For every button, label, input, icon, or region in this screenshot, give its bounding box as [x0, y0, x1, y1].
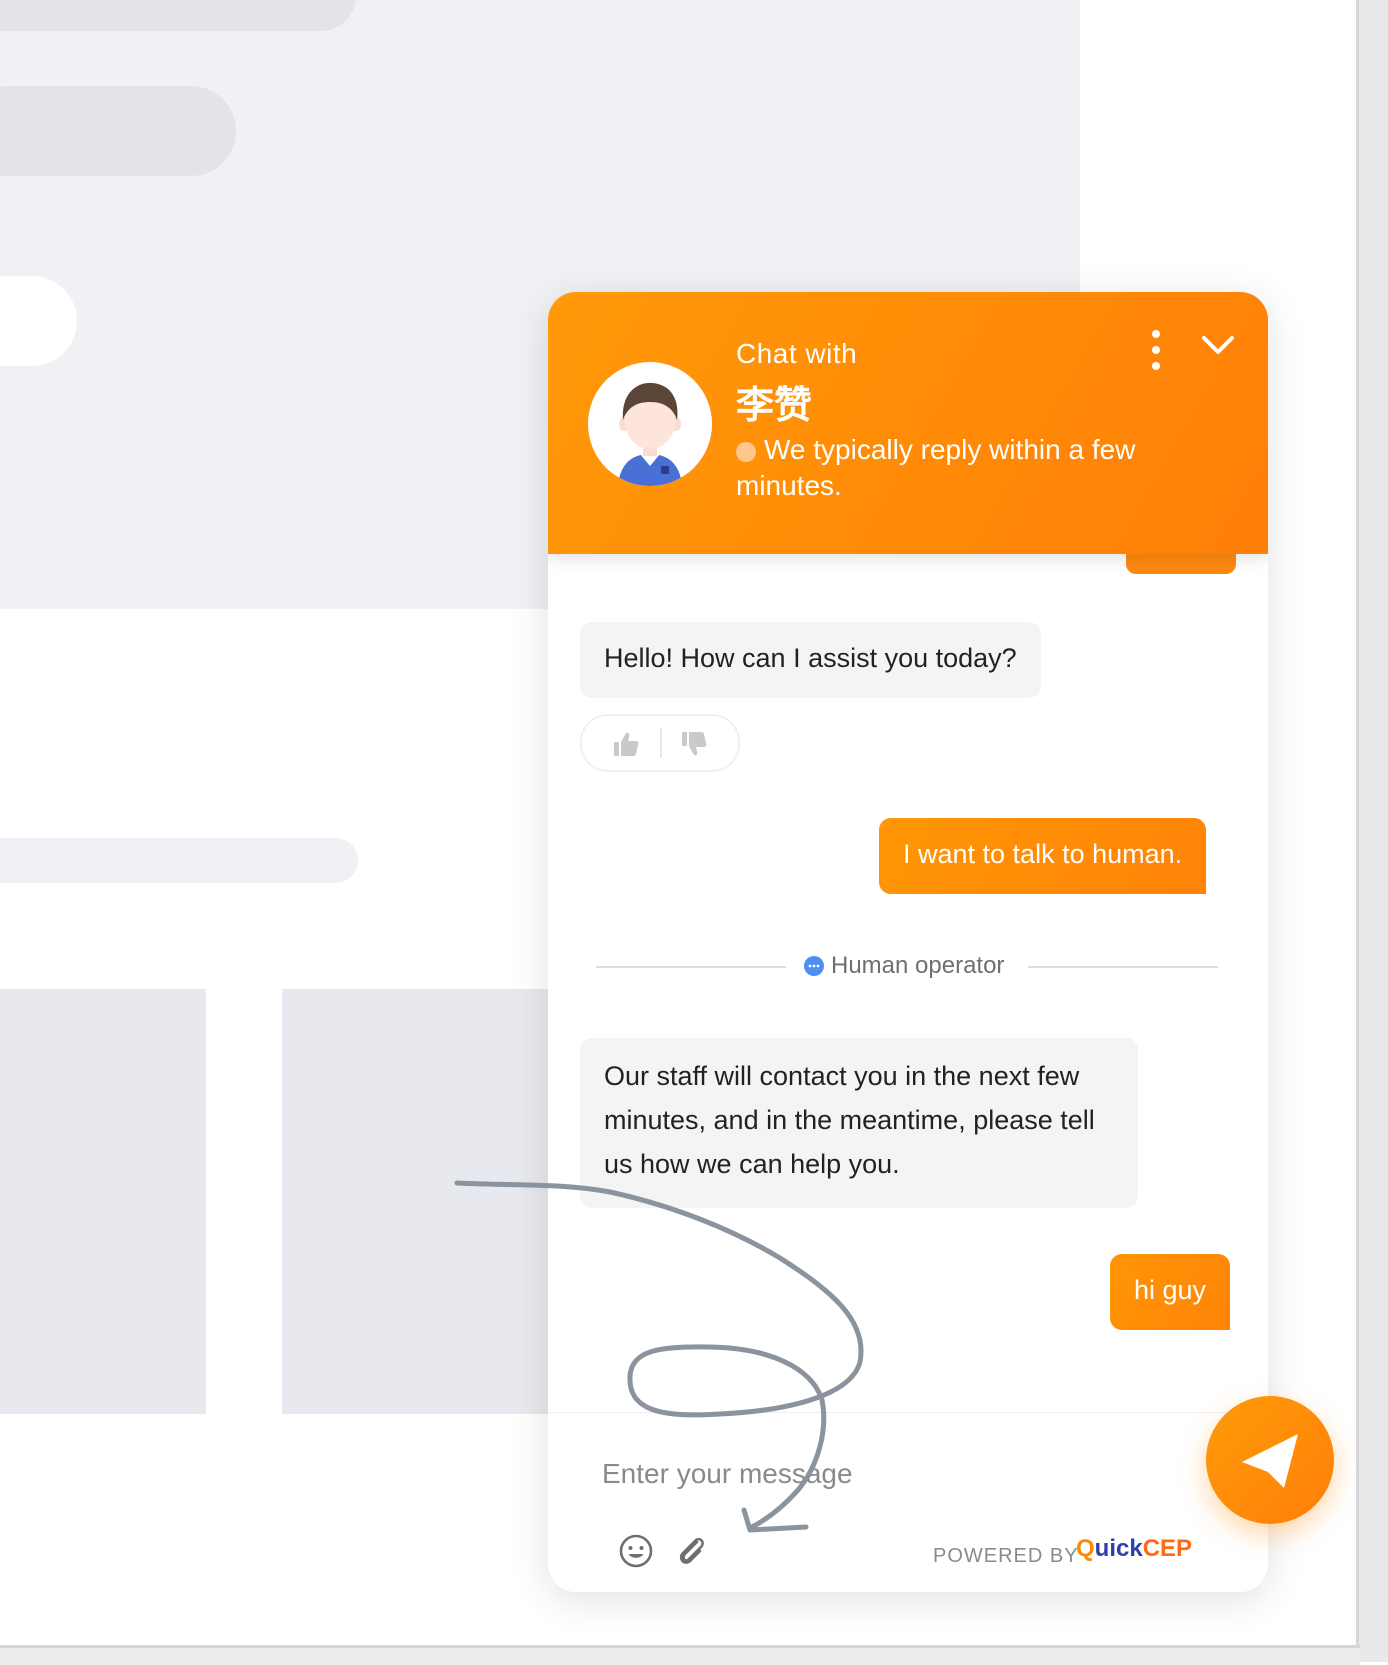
- send-button[interactable]: [1206, 1396, 1334, 1524]
- user-message: hi guy: [1110, 1254, 1231, 1330]
- placeholder-block: [282, 989, 572, 1414]
- message-composer: POWERED BY QuickCEP: [548, 1412, 1268, 1592]
- brand-cep: CEP: [1142, 1535, 1193, 1562]
- paper-plane-icon: [1242, 1434, 1298, 1488]
- feedback-separator: [660, 728, 662, 758]
- bot-message: Our staff will contact you in the next f…: [580, 1038, 1138, 1208]
- divider-line: [1028, 966, 1218, 968]
- kebab-menu-icon[interactable]: [1144, 328, 1168, 372]
- quickcep-logo[interactable]: QuickCEP: [1076, 1535, 1192, 1563]
- paperclip-icon[interactable]: [674, 1533, 710, 1569]
- chat-widget: Chat with 李赞 We typically reply within a…: [548, 292, 1268, 1592]
- thumbs-up-icon[interactable]: [612, 730, 640, 758]
- smiley-icon[interactable]: [618, 1533, 654, 1569]
- placeholder-bar: [0, 838, 358, 883]
- chat-title: Chat with: [736, 338, 858, 369]
- brand-uick: uick: [1094, 1535, 1143, 1562]
- divider-line: [596, 966, 786, 968]
- powered-by-label: POWERED BY: [933, 1545, 1079, 1567]
- reply-time-note: We typically reply within a few minutes.: [736, 434, 1136, 501]
- avatar: [588, 362, 712, 486]
- user-message: I want to talk to human.: [879, 818, 1207, 894]
- chat-bubble-icon: [804, 956, 824, 976]
- placeholder-block: [0, 989, 206, 1414]
- message-feedback: [580, 714, 740, 772]
- chat-header: Chat with 李赞 We typically reply within a…: [548, 292, 1268, 554]
- placeholder-pill: [0, 86, 236, 176]
- thumbs-down-icon[interactable]: [680, 730, 708, 758]
- brand-q: Q: [1076, 1535, 1095, 1562]
- window-bottom-edge: [0, 1645, 1360, 1665]
- message-input[interactable]: [600, 1453, 1164, 1495]
- chevron-down-icon[interactable]: [1196, 328, 1240, 364]
- scrollbar-track[interactable]: [1359, 0, 1388, 1662]
- agent-name: 李赞: [736, 385, 813, 427]
- human-operator-label: Human operator: [831, 952, 1005, 979]
- placeholder-pill: [0, 0, 356, 31]
- bot-message: Hello! How can I assist you today?: [580, 622, 1041, 698]
